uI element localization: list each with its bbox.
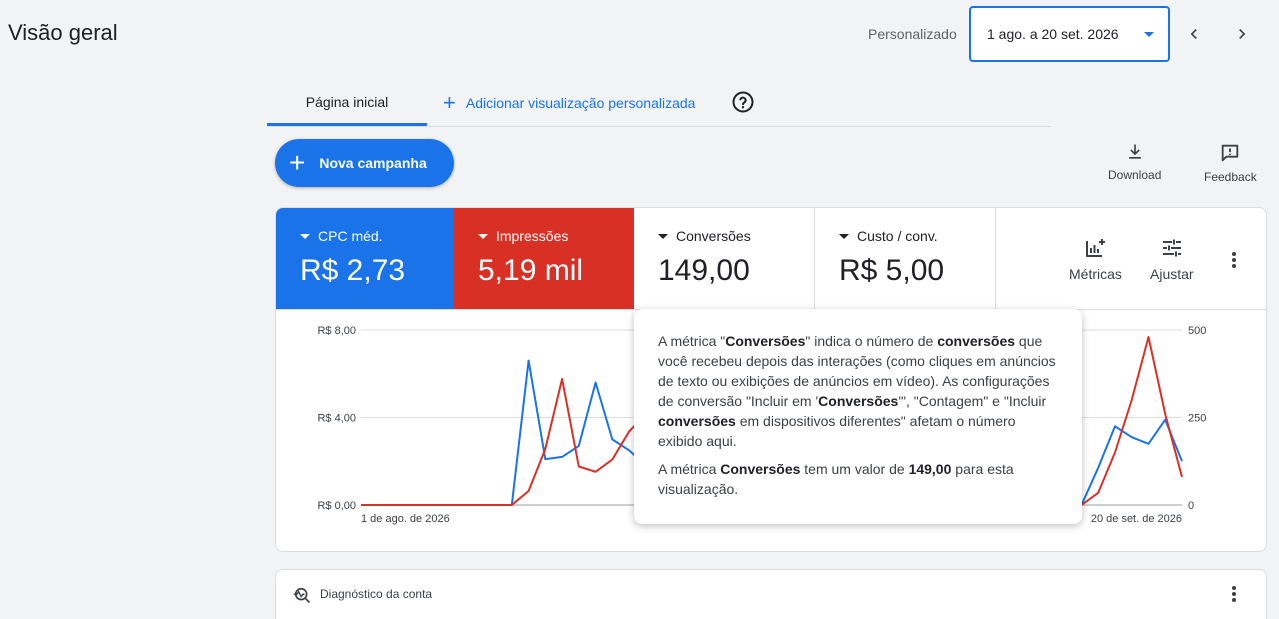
feedback-label: Feedback (1204, 170, 1257, 184)
tooltip-text: '", "Contagem" e "Incluir (898, 393, 1047, 409)
page-title: Visão geral (8, 20, 118, 45)
metric-tile-conversions[interactable]: Conversões 149,00 (634, 208, 815, 309)
tooltip-paragraph-2: A métrica Conversões tem um valor de 149… (658, 459, 1058, 499)
download-icon (1128, 144, 1141, 159)
tabs-divider (267, 126, 1051, 127)
tooltip-text: A métrica (658, 461, 721, 477)
dropdown-caret-icon (1144, 32, 1154, 37)
tooltip-bold: Conversões (818, 393, 899, 409)
tune-icon (1162, 239, 1181, 257)
series-line-impressions (1080, 336, 1183, 506)
tab-add-custom-view-label: Adicionar visualização personalizada (465, 95, 696, 111)
download-button[interactable]: Download (1108, 142, 1161, 182)
metric-value: R$ 5,00 (839, 254, 945, 287)
metrics-label: Métricas (1069, 266, 1122, 282)
tooltip-bold: conversões (658, 413, 736, 429)
add-chart-icon (1086, 239, 1106, 257)
metrics-button[interactable]: Métricas (1069, 236, 1122, 282)
more-options-icon[interactable] (1222, 582, 1246, 606)
series-line-impressions (361, 378, 647, 506)
y-right-tick-label: 250 (1188, 413, 1206, 425)
metric-value: 5,19 mil (478, 254, 584, 287)
metric-tile-avg-cpc[interactable]: CPC méd. R$ 2,73 (276, 208, 454, 309)
conversions-tooltip: A métrica "Conversões" indica o número d… (634, 309, 1082, 524)
more-options-icon[interactable] (1222, 248, 1246, 272)
dropdown-caret-icon[interactable] (658, 233, 668, 239)
chevron-right-icon (1239, 29, 1246, 39)
period-label: Personalizado (868, 26, 957, 42)
plus-icon: + (289, 147, 306, 178)
metric-name: Impressões (496, 228, 569, 244)
y-right-tick-label: 500 (1188, 325, 1206, 337)
x-axis-end-label: 20 de set. de 2026 (1091, 513, 1182, 525)
previous-period-button[interactable] (1178, 18, 1210, 50)
dropdown-caret-icon[interactable] (478, 233, 488, 239)
tooltip-bold: conversões (937, 333, 1016, 349)
tooltip-bold: Conversões (720, 461, 801, 477)
y-left-tick-label: R$ 0,00 (317, 500, 356, 512)
next-period-button[interactable] (1226, 18, 1258, 50)
y-right-tick-label: 0 (1188, 500, 1194, 512)
chevron-left-icon (1190, 29, 1197, 39)
download-label: Download (1108, 168, 1162, 182)
tooltip-paragraph-1: A métrica "Conversões" indica o número d… (658, 331, 1058, 451)
y-left-tick-label: R$ 4,00 (317, 413, 356, 425)
metric-value: 149,00 (658, 254, 750, 287)
series-line-avg-cpc (361, 359, 664, 506)
plus-icon: + (443, 90, 456, 115)
tooltip-text: tem um valor de (800, 461, 909, 477)
diagnostics-icon (293, 587, 311, 604)
adjust-label: Ajustar (1150, 266, 1194, 282)
tooltip-text: A métrica " (658, 333, 726, 349)
feedback-icon (1222, 144, 1239, 162)
y-left-tick-label: R$ 8,00 (317, 325, 356, 337)
x-axis-start-label: 1 de ago. de 2026 (361, 513, 450, 525)
metric-name: CPC méd. (318, 228, 383, 244)
account-diagnostics-card[interactable]: Diagnóstico da conta (275, 569, 1267, 619)
tab-home[interactable]: Página inicial (267, 80, 427, 126)
tooltip-bold: Conversões (725, 333, 806, 349)
metric-value: R$ 2,73 (300, 254, 406, 287)
account-diagnostics-title: Diagnóstico da conta (320, 587, 433, 601)
dropdown-caret-icon[interactable] (300, 233, 310, 239)
tab-add-custom-view[interactable]: + Adicionar visualização personalizada (443, 80, 695, 126)
tooltip-text: " indica o número de (805, 333, 938, 349)
new-campaign-label: Nova campanha (319, 155, 427, 171)
new-campaign-button[interactable]: + Nova campanha (275, 139, 454, 187)
metric-name: Custo / conv. (857, 228, 938, 244)
metric-tile-impressions[interactable]: Impressões 5,19 mil (454, 208, 634, 309)
dropdown-caret-icon[interactable] (839, 233, 849, 239)
feedback-button[interactable]: Feedback (1204, 142, 1257, 184)
metric-name: Conversões (676, 228, 751, 244)
adjust-button[interactable]: Ajustar (1150, 236, 1194, 282)
series-line-avg-cpc (1080, 418, 1183, 506)
help-icon[interactable] (731, 90, 755, 114)
tooltip-bold: 149,00 (908, 461, 952, 477)
date-range-value: 1 ago. a 20 set. 2026 (987, 26, 1119, 42)
metric-tile-cost-per-conversion[interactable]: Custo / conv. R$ 5,00 (815, 208, 996, 309)
date-range-picker[interactable]: 1 ago. a 20 set. 2026 (969, 6, 1170, 62)
